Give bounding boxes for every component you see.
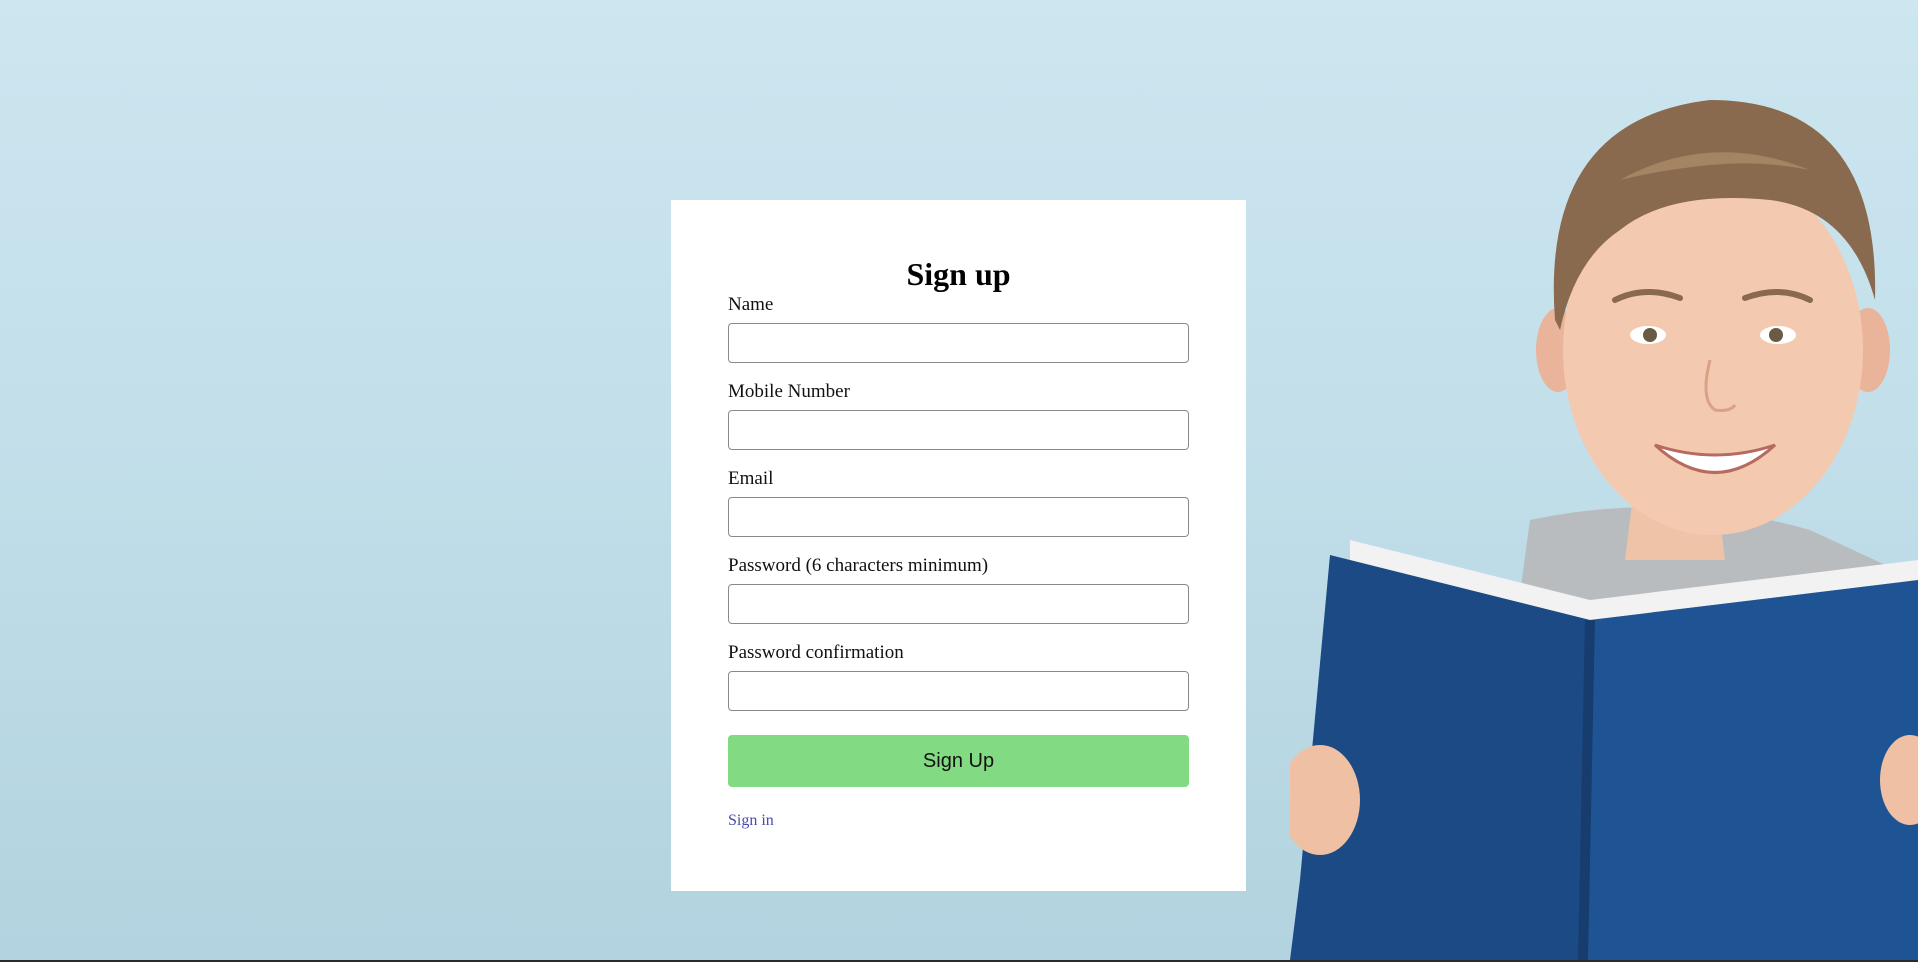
child-reading-book-image [1290, 100, 1918, 960]
form-title: Sign up [906, 256, 1011, 292]
name-input[interactable] [728, 323, 1189, 363]
email-input[interactable] [728, 497, 1189, 537]
email-label: Email [728, 468, 774, 489]
mobile-number-input[interactable] [728, 410, 1189, 450]
name-label: Name [728, 294, 774, 315]
password-label: Password (6 characters minimum) [728, 555, 989, 576]
sign-in-link[interactable]: Sign in [728, 812, 774, 830]
password-confirmation-label: Password confirmation [728, 642, 904, 663]
signup-card: Sign up Name Mobile Number Email Passwor… [671, 200, 1246, 891]
sign-up-button[interactable]: Sign Up [728, 735, 1189, 787]
mobile-number-label: Mobile Number [728, 381, 850, 402]
password-input[interactable] [728, 584, 1189, 624]
password-confirmation-input[interactable] [728, 671, 1189, 711]
